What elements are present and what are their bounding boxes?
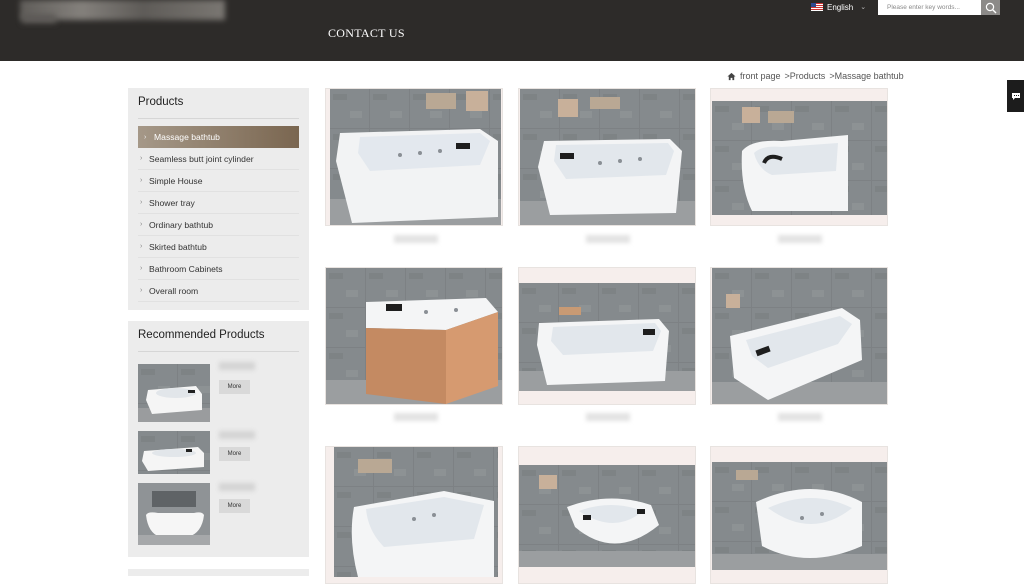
product-caption-blurred[interactable] — [586, 235, 630, 243]
product-thumbnail[interactable] — [138, 483, 210, 545]
nav-contact-us[interactable]: CONTACT US — [328, 26, 405, 41]
category-simple-house[interactable]: › Simple House — [138, 170, 299, 192]
product-name-blurred[interactable] — [219, 362, 255, 370]
breadcrumb-current[interactable]: >Massage bathtub — [829, 71, 903, 81]
divider — [138, 351, 299, 352]
top-header: CONTACT US English ⌄ — [0, 0, 1024, 61]
search-icon — [985, 2, 996, 13]
breadcrumb: front page >Products >Massage bathtub — [727, 71, 904, 81]
products-category-panel: Products › Massage bathtub › Seamless butt… — [128, 88, 309, 310]
recommended-products-panel: Recommended Products More More More — [128, 321, 309, 557]
category-shower-tray[interactable]: › Shower tray — [138, 192, 299, 214]
product-caption-blurred[interactable] — [394, 413, 438, 421]
chat-icon — [1011, 92, 1020, 100]
language-label: English — [827, 2, 854, 12]
product-card[interactable] — [518, 446, 696, 584]
sidebar-panel-contact — [128, 569, 309, 576]
us-flag-icon — [811, 3, 823, 11]
more-button[interactable]: More — [219, 380, 250, 394]
chevron-right-icon: › — [140, 221, 143, 228]
product-thumbnail[interactable] — [138, 431, 210, 474]
product-card[interactable] — [710, 446, 888, 584]
chevron-right-icon: › — [140, 199, 143, 206]
product-card[interactable] — [325, 446, 503, 584]
chevron-right-icon: › — [140, 177, 143, 184]
bathtub-image — [138, 364, 210, 422]
category-label: Shower tray — [149, 197, 195, 208]
category-list: › Massage bathtub › Seamless butt joint cy… — [138, 126, 299, 302]
product-thumbnail[interactable] — [138, 364, 210, 422]
product-card[interactable] — [325, 267, 503, 405]
chevron-right-icon: › — [140, 155, 143, 162]
category-massage-bathtub[interactable]: › Massage bathtub — [138, 126, 299, 148]
product-card[interactable] — [325, 88, 503, 226]
product-name-blurred[interactable] — [219, 431, 255, 439]
product-card[interactable] — [518, 267, 696, 405]
product-caption-blurred[interactable] — [394, 235, 438, 243]
category-label: Massage bathtub — [154, 132, 220, 142]
product-image — [712, 101, 887, 215]
chevron-right-icon: › — [140, 243, 143, 250]
category-skirted-bathtub[interactable]: › Skirted bathtub — [138, 236, 299, 258]
product-image — [712, 462, 887, 570]
product-image — [519, 465, 695, 567]
divider — [138, 118, 299, 119]
site-logo-sub — [22, 14, 56, 23]
category-label: Bathroom Cabinets — [149, 263, 223, 274]
more-button[interactable]: More — [219, 447, 250, 461]
products-panel-title: Products — [138, 96, 184, 108]
category-bathroom-cabinets[interactable]: › Bathroom Cabinets — [138, 258, 299, 280]
category-seamless-butt-joint-cylinder[interactable]: › Seamless butt joint cylinder — [138, 148, 299, 170]
category-label: Overall room — [149, 285, 199, 296]
category-label: Ordinary bathtub — [149, 219, 214, 230]
search-button[interactable] — [981, 0, 1000, 15]
category-ordinary-bathtub[interactable]: › Ordinary bathtub — [138, 214, 299, 236]
category-overall-room[interactable]: › Overall room — [138, 280, 299, 302]
product-name-blurred[interactable] — [219, 483, 255, 491]
product-image — [712, 268, 887, 404]
category-label: Seamless butt joint cylinder — [149, 153, 254, 164]
recommended-panel-title: Recommended Products — [138, 329, 265, 341]
online-chat-tab[interactable] — [1007, 80, 1024, 112]
category-label: Simple House — [149, 175, 203, 186]
breadcrumb-products[interactable]: >Products — [785, 71, 826, 81]
product-card[interactable] — [710, 267, 888, 405]
product-caption-blurred[interactable] — [586, 413, 630, 421]
product-caption-blurred[interactable] — [778, 235, 822, 243]
home-icon — [727, 72, 736, 80]
language-selector[interactable]: English ⌄ — [811, 2, 866, 12]
product-image — [520, 89, 695, 225]
product-image — [330, 89, 501, 225]
product-card[interactable] — [710, 88, 888, 226]
product-card[interactable] — [518, 88, 696, 226]
bathtub-image — [138, 483, 210, 545]
search-input[interactable] — [878, 0, 981, 15]
product-image — [326, 268, 502, 404]
chevron-right-icon: › — [144, 133, 147, 141]
chevron-right-icon: › — [140, 287, 143, 294]
chevron-right-icon: › — [140, 265, 143, 272]
breadcrumb-home[interactable]: front page — [740, 71, 781, 81]
chevron-down-icon: ⌄ — [860, 4, 867, 11]
category-label: Skirted bathtub — [149, 241, 207, 252]
product-caption-blurred[interactable] — [778, 413, 822, 421]
product-image — [334, 447, 498, 577]
product-image — [519, 283, 695, 391]
more-button[interactable]: More — [219, 499, 250, 513]
bathtub-image — [138, 431, 210, 474]
